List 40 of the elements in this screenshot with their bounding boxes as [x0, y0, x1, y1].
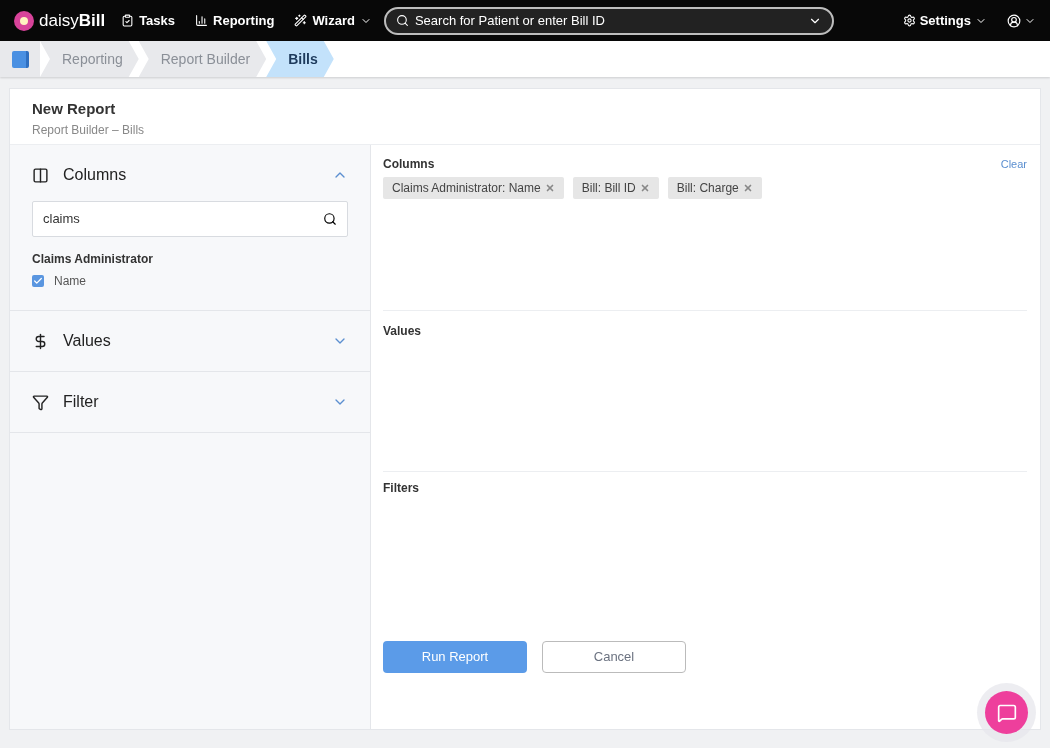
- columns-heading: Columns: [383, 156, 435, 173]
- breadcrumb-item[interactable]: Bills: [266, 41, 334, 77]
- remove-icon[interactable]: [742, 183, 753, 193]
- option-label: Name: [54, 273, 86, 290]
- wand-icon: [294, 14, 308, 27]
- column-search-field[interactable]: claims: [32, 201, 348, 237]
- search-icon: [323, 212, 337, 226]
- chat-icon: [996, 702, 1017, 723]
- clipboard-icon: [121, 14, 135, 27]
- user-menu[interactable]: [1007, 13, 1036, 28]
- brand-name[interactable]: daisyBill: [39, 7, 106, 34]
- checkbox[interactable]: [32, 275, 44, 287]
- columns-icon: [32, 166, 49, 184]
- group-title: Claims Administrator: [32, 251, 154, 268]
- accordion-header[interactable]: Values: [10, 311, 370, 371]
- column-tag: Claims Administrator: Name: [383, 177, 564, 199]
- user-icon: [1007, 13, 1021, 28]
- page-subtitle: Report Builder – Bills: [32, 121, 146, 139]
- column-tag: Bill: Charge: [667, 177, 762, 199]
- daisy-logo-icon: [14, 10, 34, 31]
- settings-icon: [902, 14, 916, 27]
- nav-item[interactable]: Tasks: [121, 10, 176, 31]
- settings-menu[interactable]: Settings: [902, 10, 987, 31]
- remove-icon[interactable]: [544, 183, 555, 193]
- nav-item[interactable]: Reporting: [195, 10, 275, 31]
- clear-link[interactable]: Clear: [1000, 155, 1027, 173]
- search-icon: [395, 14, 409, 27]
- cancel-button[interactable]: Cancel: [542, 641, 686, 673]
- search-field[interactable]: Search for Patient or enter Bill ID: [383, 6, 834, 35]
- search-input[interactable]: Search for Patient or enter Bill ID: [414, 10, 802, 31]
- column-tag: Bill: Bill ID: [572, 177, 659, 199]
- accordion-header[interactable]: Filter: [10, 372, 370, 432]
- remove-icon[interactable]: [639, 183, 650, 193]
- column-search-input[interactable]: claims: [43, 209, 323, 229]
- values-heading: Values: [383, 324, 422, 338]
- bar-chart-icon: [195, 14, 209, 27]
- filter-icon: [32, 393, 49, 411]
- page-title: New Report: [32, 99, 117, 119]
- nav-item[interactable]: Wizard: [294, 10, 372, 31]
- filters-heading: Filters: [383, 480, 420, 497]
